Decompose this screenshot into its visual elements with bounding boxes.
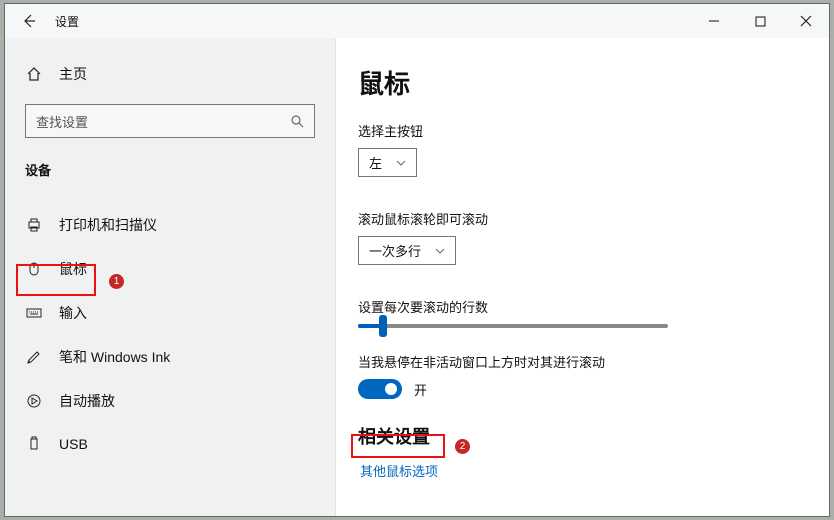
home-nav[interactable]: 主页 bbox=[5, 58, 335, 90]
toggle-state: 开 bbox=[414, 380, 427, 399]
sidebar: 主页 查找设置 设备 打印机和扫描仪 bbox=[5, 38, 336, 516]
related-settings-title: 相关设置 bbox=[358, 423, 801, 449]
settings-window: 设置 主页 查找设置 bbox=[4, 3, 830, 517]
close-button[interactable] bbox=[783, 4, 829, 38]
chevron-down-icon bbox=[435, 246, 445, 256]
sidebar-item-label: 打印机和扫描仪 bbox=[59, 215, 157, 235]
toggle-knob bbox=[385, 383, 397, 395]
titlebar: 设置 bbox=[5, 4, 829, 38]
inactive-scroll-toggle[interactable] bbox=[358, 379, 402, 399]
sidebar-item-pen[interactable]: 笔和 Windows Ink bbox=[5, 335, 335, 379]
keyboard-icon bbox=[25, 304, 43, 322]
maximize-icon bbox=[755, 16, 766, 27]
search-icon bbox=[290, 114, 304, 128]
usb-icon bbox=[25, 435, 43, 453]
select-value: 一次多行 bbox=[369, 241, 421, 260]
search-placeholder: 查找设置 bbox=[36, 112, 290, 131]
autoplay-icon bbox=[25, 392, 43, 410]
primary-button-select[interactable]: 左 bbox=[358, 148, 417, 177]
sidebar-item-autoplay[interactable]: 自动播放 bbox=[5, 379, 335, 423]
mouse-icon bbox=[25, 260, 43, 278]
footer-partial: 右疑问？ bbox=[358, 514, 801, 516]
select-value: 左 bbox=[369, 153, 382, 172]
sidebar-item-mouse[interactable]: 鼠标 bbox=[5, 247, 335, 291]
lines-slider[interactable] bbox=[358, 324, 668, 328]
slider-track bbox=[358, 324, 668, 328]
sidebar-item-printers[interactable]: 打印机和扫描仪 bbox=[5, 203, 335, 247]
arrow-left-icon bbox=[22, 14, 36, 28]
pen-icon bbox=[25, 348, 43, 366]
back-button[interactable] bbox=[21, 13, 37, 29]
sidebar-item-label: 笔和 Windows Ink bbox=[59, 347, 170, 367]
window-title: 设置 bbox=[55, 13, 79, 30]
annotation-marker-1: 1 bbox=[109, 274, 124, 289]
scroll-wheel-select[interactable]: 一次多行 bbox=[358, 236, 456, 265]
sidebar-item-label: 自动播放 bbox=[59, 391, 115, 411]
content-pane: 鼠标 选择主按钮 左 滚动鼠标滚轮即可滚动 一次多行 设置每次要滚动的行数 bbox=[336, 38, 829, 516]
slider-thumb[interactable] bbox=[379, 315, 387, 337]
sidebar-section-devices: 设备 bbox=[5, 152, 335, 189]
sidebar-item-label: USB bbox=[59, 436, 88, 452]
primary-button-label: 选择主按钮 bbox=[358, 121, 801, 140]
chevron-down-icon bbox=[396, 158, 406, 168]
sidebar-item-label: 鼠标 bbox=[59, 259, 87, 279]
inactive-scroll-label: 当我悬停在非活动窗口上方时对其进行滚动 bbox=[358, 352, 801, 371]
sidebar-item-usb[interactable]: USB bbox=[5, 423, 335, 465]
maximize-button[interactable] bbox=[737, 4, 783, 38]
lines-label: 设置每次要滚动的行数 bbox=[358, 297, 801, 316]
search-input[interactable]: 查找设置 bbox=[25, 104, 315, 138]
printer-icon bbox=[25, 216, 43, 234]
sidebar-item-label: 输入 bbox=[59, 303, 87, 323]
annotation-marker-2: 2 bbox=[455, 439, 470, 454]
close-icon bbox=[800, 15, 812, 27]
minimize-icon bbox=[708, 15, 720, 27]
page-title: 鼠标 bbox=[358, 64, 801, 101]
scroll-wheel-label: 滚动鼠标滚轮即可滚动 bbox=[358, 209, 801, 228]
home-label: 主页 bbox=[59, 64, 87, 84]
home-icon bbox=[25, 65, 43, 83]
extra-mouse-options-link[interactable]: 其他鼠标选项 bbox=[358, 457, 440, 484]
sidebar-item-typing[interactable]: 输入 bbox=[5, 291, 335, 335]
minimize-button[interactable] bbox=[691, 4, 737, 38]
sidebar-nav-list: 打印机和扫描仪 鼠标 输入 bbox=[5, 203, 335, 465]
